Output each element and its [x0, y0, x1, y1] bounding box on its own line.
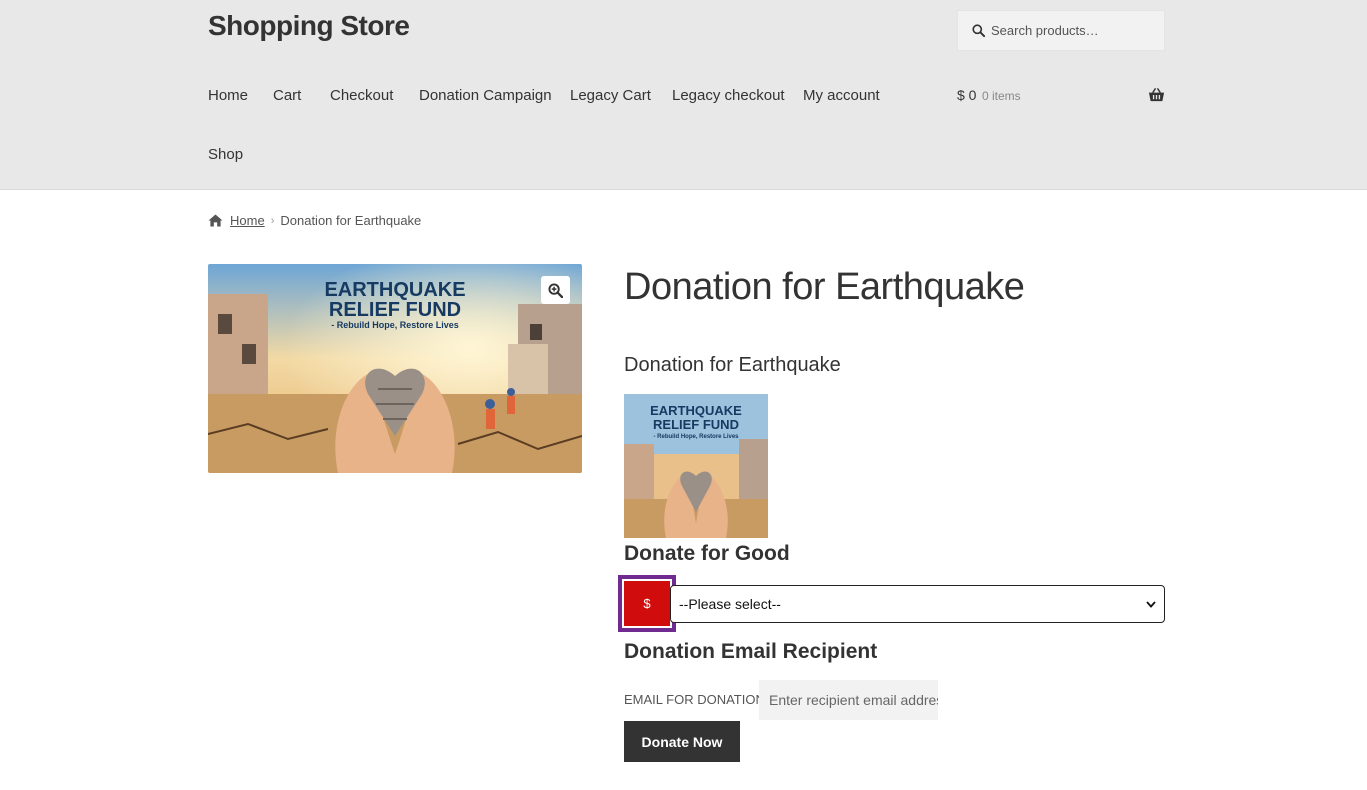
- cart-count[interactable]: 0 items: [982, 89, 1021, 103]
- image-text-line1: EARTHQUAKE: [324, 279, 465, 301]
- nav-shop[interactable]: Shop: [208, 146, 243, 163]
- product-image[interactable]: EARTHQUAKE RELIEF FUND - Rebuild Hope, R…: [208, 264, 582, 473]
- nav-cart[interactable]: Cart: [273, 87, 301, 104]
- zoom-in-icon: [548, 282, 563, 298]
- nav-checkout[interactable]: Checkout: [330, 87, 393, 104]
- currency-button[interactable]: $: [624, 581, 670, 626]
- basket-icon[interactable]: [1148, 87, 1165, 103]
- breadcrumb-separator-icon: ›: [270, 214, 275, 227]
- breadcrumb: Home › Donation for Earthquake: [208, 213, 421, 228]
- recipient-email-input[interactable]: [759, 680, 938, 720]
- image-text-line2: RELIEF FUND: [329, 299, 461, 321]
- nav-legacy-checkout[interactable]: Legacy checkout: [672, 87, 785, 104]
- image-text-line3: - Rebuild Hope, Restore Lives: [331, 320, 459, 330]
- chevron-down-icon: [1146, 600, 1156, 608]
- search-input[interactable]: [991, 23, 1161, 38]
- nav-home[interactable]: Home: [208, 87, 248, 104]
- site-header: Shopping Store Home Cart Checkout Donati…: [0, 0, 1367, 190]
- thumb-text-line3: - Rebuild Hope, Restore Lives: [653, 434, 739, 440]
- breadcrumb-current: Donation for Earthquake: [280, 213, 422, 228]
- product-title: Donation for Earthquake: [624, 266, 1025, 308]
- breadcrumb-home[interactable]: Home: [230, 213, 265, 228]
- nav-legacy-cart[interactable]: Legacy Cart: [570, 87, 651, 104]
- nav-my-account[interactable]: My account: [803, 87, 880, 104]
- currency-focus-outline: $: [618, 575, 676, 632]
- site-title[interactable]: Shopping Store: [208, 10, 410, 42]
- home-icon: [208, 214, 223, 227]
- product-subtitle: Donation for Earthquake: [624, 354, 841, 376]
- search-box[interactable]: [957, 10, 1165, 51]
- cart-total[interactable]: $ 0: [957, 87, 976, 103]
- thumb-text-line1: EARTHQUAKE: [650, 403, 742, 418]
- email-label: EMAIL FOR DONATION: [624, 692, 765, 707]
- nav-donation-campaign[interactable]: Donation Campaign: [419, 87, 552, 104]
- donation-amount-select[interactable]: --Please select--: [670, 585, 1165, 623]
- thumb-text-line2: RELIEF FUND: [653, 417, 739, 432]
- donate-now-button[interactable]: Donate Now: [624, 721, 740, 762]
- product-thumbnail: EARTHQUAKE RELIEF FUND - Rebuild Hope, R…: [624, 394, 768, 538]
- donation-amount-selected: --Please select--: [679, 596, 781, 612]
- email-recipient-heading: Donation Email Recipient: [624, 640, 878, 663]
- search-icon: [972, 24, 985, 37]
- zoom-button[interactable]: [541, 276, 570, 304]
- donate-heading: Donate for Good: [624, 542, 790, 565]
